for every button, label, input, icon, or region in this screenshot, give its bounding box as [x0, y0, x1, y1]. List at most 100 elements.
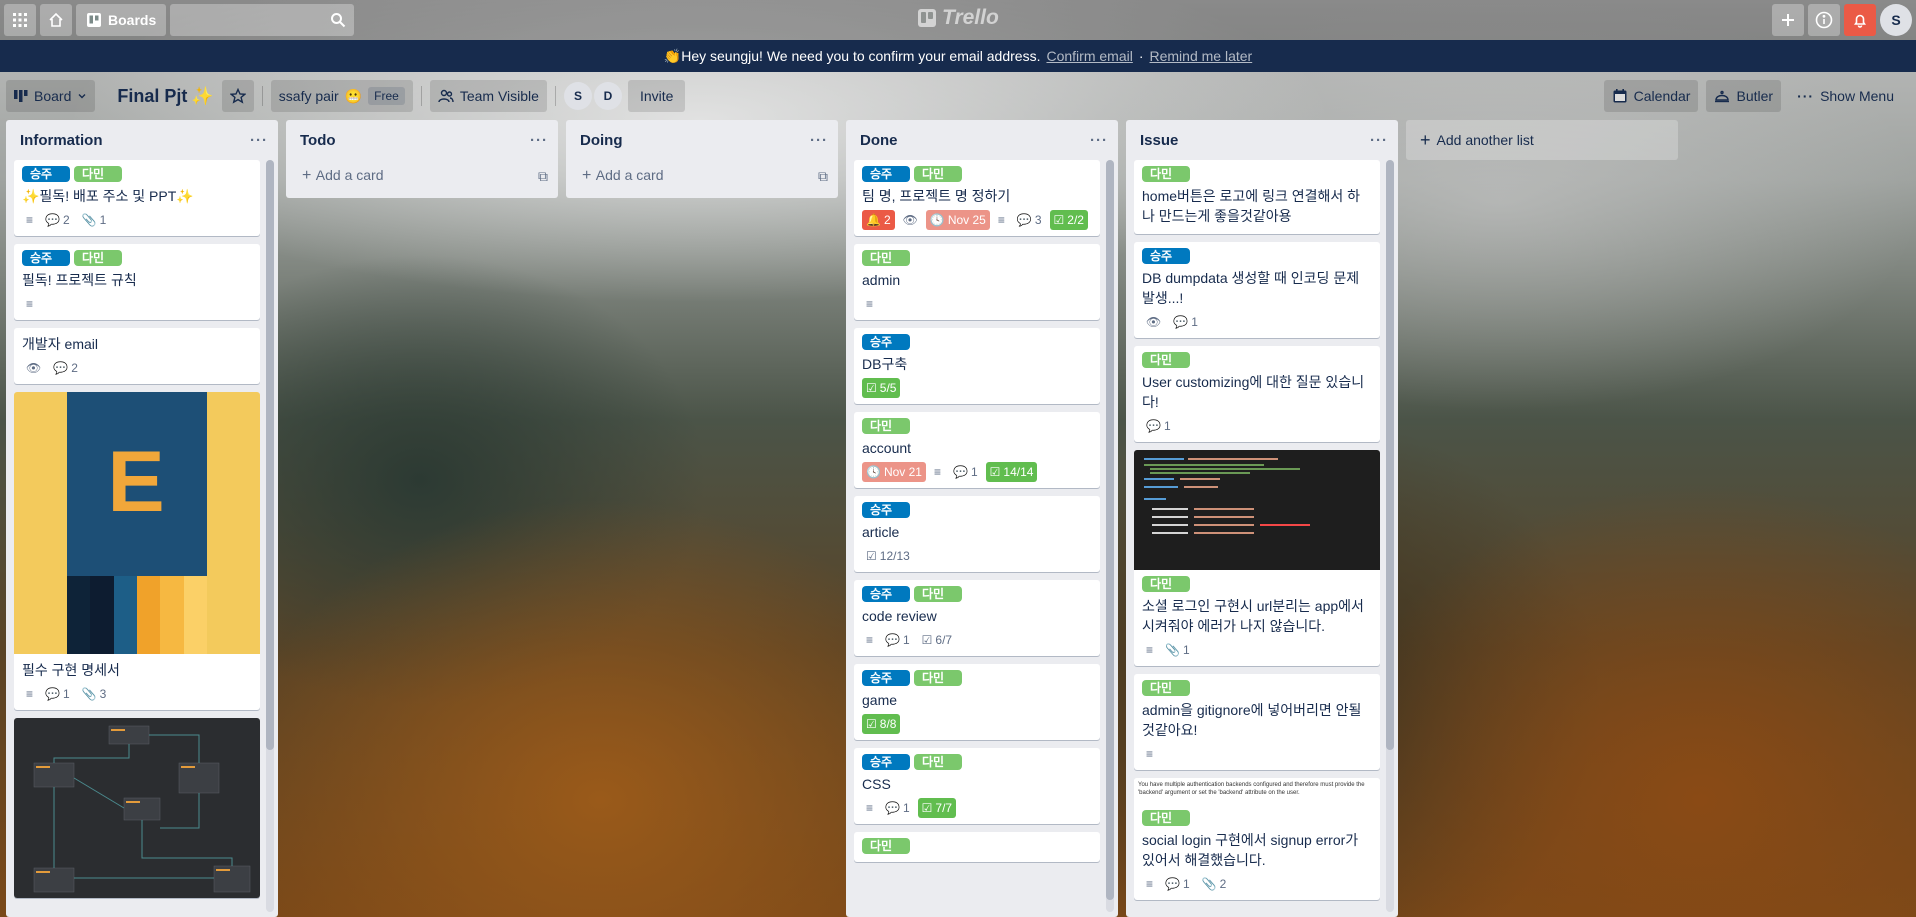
list-menu-icon[interactable]: ··· — [1370, 132, 1388, 149]
comment-badge: 💬 1 — [1173, 315, 1198, 329]
star-button[interactable] — [221, 80, 254, 112]
label-blue: 승주 — [862, 586, 910, 602]
list-title[interactable]: Todo — [300, 132, 336, 149]
banner-separator: · — [1138, 48, 1144, 64]
list-menu-icon[interactable]: ··· — [530, 132, 548, 149]
card-template-icon[interactable]: ⧉ — [818, 168, 828, 185]
card[interactable]: 개발자 email 👁 💬 2 — [14, 328, 260, 384]
attachment-badge: 📎 2 — [1201, 877, 1227, 891]
list-menu-icon[interactable]: ··· — [810, 132, 828, 149]
divider — [554, 86, 556, 106]
comment-icon: 💬 — [885, 801, 900, 815]
member-avatar-s[interactable]: S — [563, 82, 592, 110]
comment-icon: 💬 — [1146, 419, 1161, 433]
checklist-badge: ☑ 7/7 — [917, 798, 957, 818]
add-card-button[interactable]: + Add a card ⧉ — [286, 160, 558, 192]
team-button[interactable]: ssafy pair 😬 Free — [270, 80, 413, 112]
visibility-button[interactable]: Team Visible — [429, 80, 547, 112]
card[interactable]: 다민 home버튼은 로고에 링크 연결해서 하나 만드는게 좋을것같아용 — [1134, 160, 1380, 234]
card[interactable]: 다민 User customizing에 대한 질문 있습니다! 💬 1 — [1134, 346, 1380, 442]
card[interactable]: 승주 다민 game ☑ 8/8 — [854, 664, 1100, 740]
card[interactable]: 승주 다민 팀 명, 프로젝트 명 정하기 🔔 2 👁 🕓 Nov 25 ≡ 💬 3 ☑… — [854, 160, 1100, 236]
list-header[interactable]: Todo ··· — [286, 120, 558, 160]
comment-icon: 💬 — [1016, 213, 1032, 227]
team-visible-icon — [438, 89, 454, 103]
invite-button[interactable]: Invite — [627, 80, 686, 112]
card[interactable]: 승주 DB구축 ☑ 5/5 — [854, 328, 1100, 404]
card[interactable]: E 필수 구현 명세서 ≡ 💬 1 📎 3 — [14, 392, 260, 710]
description-icon: ≡ — [933, 465, 941, 479]
card[interactable]: 승주 article ☑ 12/13 — [854, 496, 1100, 572]
add-list-button[interactable]: + Add another list — [1406, 120, 1678, 160]
list-title[interactable]: Issue — [1140, 132, 1178, 149]
list-title[interactable]: Information — [20, 132, 103, 149]
label-green: 다민 — [914, 754, 962, 770]
checklist-icon: ☑ — [921, 801, 933, 815]
apps-grid-icon[interactable] — [4, 4, 36, 36]
bell-icon: 🔔 — [866, 213, 881, 227]
info-button[interactable] — [1808, 4, 1840, 36]
list-title[interactable]: Done — [860, 132, 898, 149]
clock-icon: 🕓 — [929, 213, 945, 227]
label-green: 다민 — [74, 166, 122, 182]
card[interactable]: 다민 account 🕓 Nov 21 ≡ 💬 1 ☑ 14/14 — [854, 412, 1100, 488]
card[interactable] — [14, 718, 260, 898]
board-title[interactable]: Final Pjt ✨ — [117, 86, 213, 107]
boards-button[interactable]: Boards — [76, 4, 167, 36]
card[interactable]: 승주 다민 ✨필독! 배포 주소 및 PPT✨ ≡ 💬 2 📎 1 — [14, 160, 260, 236]
home-icon — [49, 12, 63, 27]
card[interactable]: 승주 다민 CSS ≡ 💬 1 ☑ 7/7 — [854, 748, 1100, 824]
card[interactable]: 승주 다민 code review ≡ 💬 1 ☑ 6/7 — [854, 580, 1100, 656]
list-header[interactable]: Doing ··· — [566, 120, 838, 160]
board-view-switcher[interactable]: Board — [6, 80, 96, 112]
confirm-email-link[interactable]: Confirm email — [1046, 48, 1132, 64]
list-menu-icon[interactable]: ··· — [1090, 132, 1108, 149]
member-avatar-d[interactable]: D — [593, 82, 622, 110]
plus-icon: + — [1420, 129, 1431, 150]
list-title[interactable]: Doing — [580, 132, 623, 149]
card-title: 소셜 로그인 구현시 url분리는 app에서 시켜줘야 에러가 나지 않습니다… — [1142, 598, 1364, 634]
card[interactable]: 다민 소셜 로그인 구현시 url분리는 app에서 시켜줘야 에러가 나지 않… — [1134, 450, 1380, 666]
list-issue: Issue ··· 다민 home버튼은 로고에 링크 연결해서 하나 만드는게… — [1126, 120, 1398, 917]
card[interactable]: 다민 admin ≡ — [854, 244, 1100, 320]
label-blue: 승주 — [22, 250, 70, 266]
add-card-button[interactable]: + Add a card ⧉ — [566, 160, 838, 192]
trello-logo[interactable]: Trello — [918, 6, 999, 30]
list-header[interactable]: Issue ··· — [1126, 120, 1398, 160]
search-input[interactable] — [170, 4, 355, 36]
checklist-icon: ☑ — [989, 465, 1001, 479]
home-button[interactable] — [40, 4, 72, 36]
show-menu-button[interactable]: ··· Show Menu — [1789, 80, 1902, 112]
plus-icon — [1782, 14, 1794, 26]
email-confirm-banner: 👏Hey seungju! We need you to confirm you… — [0, 40, 1916, 72]
remind-later-link[interactable]: Remind me later — [1150, 48, 1253, 64]
list-header[interactable]: Done ··· — [846, 120, 1118, 160]
card[interactable]: 승주 DB dumpdata 생성할 때 인코딩 문제 발생...! 👁 💬 1 — [1134, 242, 1380, 338]
butler-button[interactable]: Butler — [1706, 80, 1782, 112]
top-navigation-bar: Boards Trello S — [0, 0, 1916, 40]
attachment-icon: 📎 — [1165, 643, 1180, 657]
list-header[interactable]: Information ··· — [6, 120, 278, 160]
card[interactable]: You have multiple authentication backend… — [1134, 778, 1380, 900]
card-template-icon[interactable]: ⧉ — [538, 168, 548, 185]
member-avatar[interactable]: S — [1880, 4, 1912, 36]
notifications-button[interactable] — [1844, 4, 1876, 36]
create-button[interactable] — [1772, 4, 1804, 36]
checklist-badge: ☑ 12/13 — [866, 549, 910, 563]
comment-badge: 💬 3 — [1016, 213, 1042, 227]
label-blue: 승주 — [862, 334, 910, 350]
label-green: 다민 — [914, 670, 962, 686]
add-card-label: Add a card — [595, 167, 664, 183]
label-blue: 승주 — [862, 502, 910, 518]
list-menu-icon[interactable]: ··· — [250, 132, 268, 149]
attachment-badge: 📎 3 — [81, 687, 107, 701]
erd-diagram-image — [14, 718, 260, 898]
comment-icon: 💬 — [885, 633, 900, 647]
card[interactable]: 승주 다민 필독! 프로젝트 규칙 ≡ — [14, 244, 260, 320]
comment-badge: 💬 1 — [953, 465, 978, 479]
card[interactable]: 다민 — [854, 832, 1100, 862]
checklist-badge: ☑ 14/14 — [985, 462, 1038, 482]
card[interactable]: 다민 admin을 gitignore에 넣어버리면 안될것같아요! ≡ — [1134, 674, 1380, 770]
calendar-button[interactable]: Calendar — [1603, 80, 1699, 112]
comment-badge: 💬 1 — [45, 687, 70, 701]
